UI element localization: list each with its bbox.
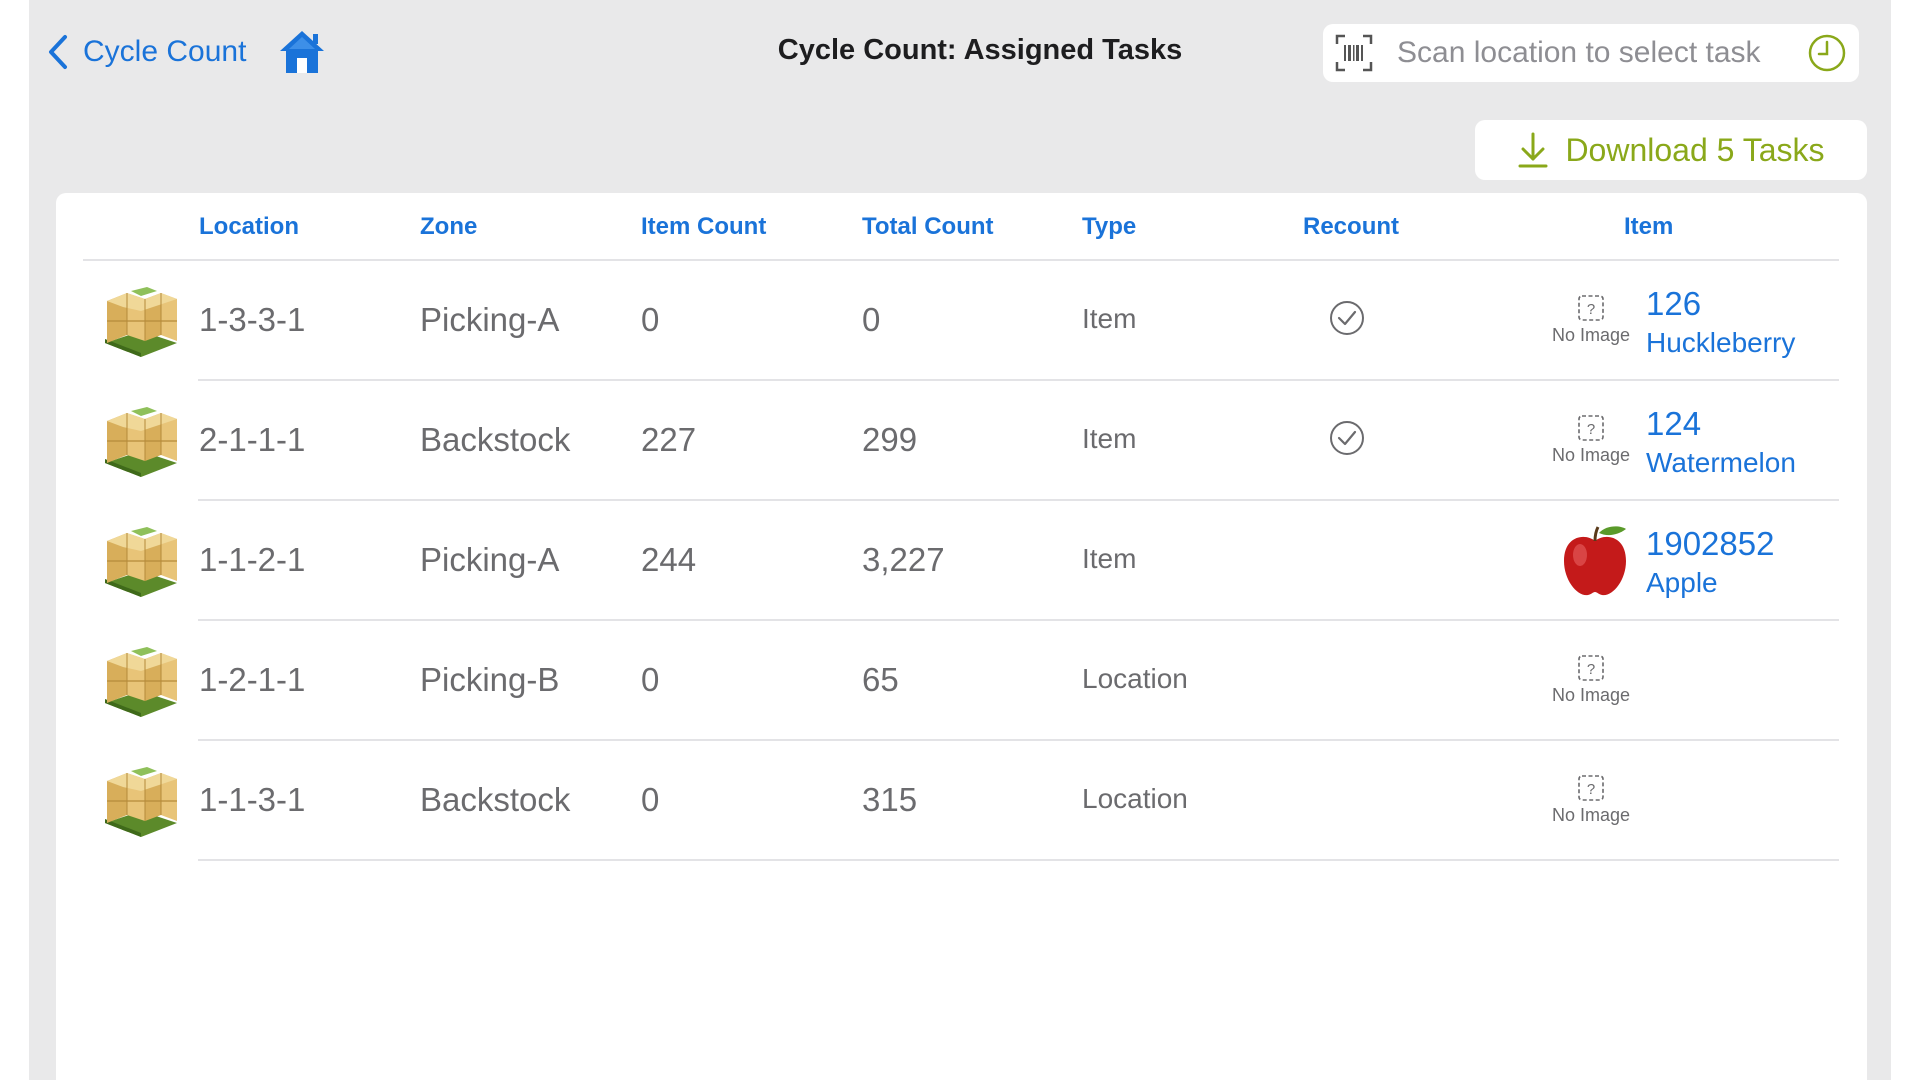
cell-item-count: 0 xyxy=(641,781,660,818)
no-image-label: No Image xyxy=(1551,685,1631,705)
table-row[interactable]: 1-1-3-1 Backstock 0 315 Location ? No Ima… xyxy=(56,741,1867,861)
cell-location: 1-3-3-1 xyxy=(199,301,306,338)
header-location[interactable]: Location xyxy=(199,213,299,241)
cell-total-count: 65 xyxy=(862,661,899,698)
recount-check-icon xyxy=(1330,421,1364,455)
download-tasks-label: Download 5 Tasks xyxy=(1565,131,1825,168)
svg-text:?: ? xyxy=(1587,781,1595,798)
cell-item-count: 244 xyxy=(641,541,697,578)
svg-text:?: ? xyxy=(1587,661,1595,678)
cell-zone: Backstock xyxy=(420,781,571,818)
app-screen: Cycle Count Cycle Count: Assigned Tasks xyxy=(29,0,1891,1080)
download-icon xyxy=(1518,132,1548,168)
cell-item-count: 227 xyxy=(641,421,697,458)
no-image-label: No Image xyxy=(1551,445,1631,465)
item-number-link[interactable]: 126 xyxy=(1646,285,1701,323)
table-row[interactable]: 1-3-3-1 Picking-A 0 0 Item ? No Image 126 H… xyxy=(56,261,1867,381)
cell-location: 1-2-1-1 xyxy=(199,661,306,698)
header-recount[interactable]: Recount xyxy=(1303,213,1399,241)
no-image-label: No Image xyxy=(1551,325,1631,345)
item-name-link[interactable]: Watermelon xyxy=(1646,447,1796,479)
scan-location-field[interactable] xyxy=(1323,24,1859,82)
cell-total-count: 3,227 xyxy=(862,541,945,578)
no-image-placeholder: ? No Image xyxy=(1546,293,1636,353)
cell-location: 1-1-3-1 xyxy=(199,781,306,818)
pallet-boxes-icon xyxy=(105,767,177,837)
table-row[interactable]: 1-1-2-1 Picking-A 244 3,227 Item 1902852… xyxy=(56,501,1867,621)
pallet-boxes-icon xyxy=(105,407,177,477)
no-image-placeholder: ? No Image xyxy=(1546,413,1636,473)
cell-type: Location xyxy=(1082,663,1188,694)
header-item[interactable]: Item xyxy=(1624,213,1673,241)
cell-zone: Picking-A xyxy=(420,541,560,578)
pallet-boxes-icon xyxy=(105,287,177,357)
cell-total-count: 315 xyxy=(862,781,918,818)
pallet-boxes-icon xyxy=(105,647,177,717)
item-name-link[interactable]: Apple xyxy=(1646,567,1718,599)
svg-text:?: ? xyxy=(1587,421,1595,438)
cell-total-count: 0 xyxy=(862,301,881,338)
table-header: Location Zone Item Count Total Count Typ… xyxy=(83,193,1839,261)
recount-check-icon xyxy=(1330,301,1364,335)
header-zone[interactable]: Zone xyxy=(420,213,477,241)
image-placeholder-icon: ? xyxy=(1578,295,1604,321)
item-number-link[interactable]: 1902852 xyxy=(1646,525,1774,563)
image-placeholder-icon: ? xyxy=(1578,415,1604,441)
no-image-placeholder: ? No Image xyxy=(1546,773,1636,833)
cell-zone: Picking-B xyxy=(420,661,560,698)
pallet-boxes-icon xyxy=(105,527,177,597)
cell-type: Location xyxy=(1082,783,1188,814)
no-image-placeholder: ? No Image xyxy=(1546,653,1636,713)
item-name-link[interactable]: Huckleberry xyxy=(1646,327,1795,359)
no-image-label: No Image xyxy=(1551,805,1631,825)
image-placeholder-icon: ? xyxy=(1578,775,1604,801)
row-divider xyxy=(198,859,1839,861)
navigation-bar: Cycle Count Cycle Count: Assigned Tasks xyxy=(29,0,1891,110)
svg-text:?: ? xyxy=(1587,301,1595,318)
scan-location-input[interactable] xyxy=(1397,36,1807,70)
table-row[interactable]: 1-2-1-1 Picking-B 0 65 Location ? No Imag… xyxy=(56,621,1867,741)
cell-type: Item xyxy=(1082,543,1137,574)
download-tasks-button[interactable]: Download 5 Tasks xyxy=(1475,120,1867,180)
item-number-link[interactable]: 124 xyxy=(1646,405,1701,443)
cell-location: 1-1-2-1 xyxy=(199,541,306,578)
header-total-count[interactable]: Total Count xyxy=(862,213,994,241)
cell-zone: Backstock xyxy=(420,421,571,458)
cell-item-count: 0 xyxy=(641,661,660,698)
cell-zone: Picking-A xyxy=(420,301,560,338)
cell-type: Item xyxy=(1082,303,1137,334)
cell-total-count: 299 xyxy=(862,421,918,458)
cell-item-count: 0 xyxy=(641,301,660,338)
barcode-scan-icon[interactable] xyxy=(1333,32,1375,74)
clock-icon[interactable] xyxy=(1807,33,1847,73)
apple-product-image[interactable] xyxy=(1558,523,1632,599)
header-type[interactable]: Type xyxy=(1082,213,1136,241)
cell-type: Item xyxy=(1082,423,1137,454)
image-placeholder-icon: ? xyxy=(1578,655,1604,681)
tasks-table: Location Zone Item Count Total Count Typ… xyxy=(56,193,1867,1080)
table-row[interactable]: 2-1-1-1 Backstock 227 299 Item ? No Image… xyxy=(56,381,1867,501)
header-item-count[interactable]: Item Count xyxy=(641,213,766,241)
cell-location: 2-1-1-1 xyxy=(199,421,306,458)
